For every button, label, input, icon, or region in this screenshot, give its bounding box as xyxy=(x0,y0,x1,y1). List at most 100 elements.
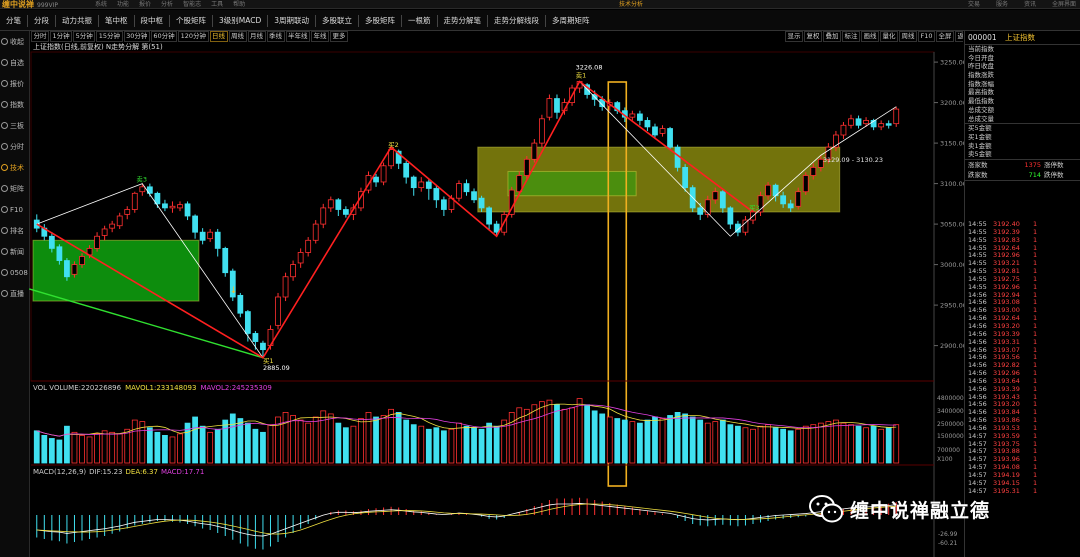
volume-bar xyxy=(192,416,198,464)
macd-dea: DEA:6.37 xyxy=(126,468,158,476)
candle-body xyxy=(207,231,214,240)
candle-body xyxy=(855,118,862,126)
right-menu-item[interactable]: 资讯 xyxy=(1024,1,1036,8)
buy-point-label: 买1 xyxy=(263,357,274,365)
candle-body xyxy=(848,118,854,126)
macd-legend: MACD(12,26,9) DIF:15.23 DEA:6.37 MACD:17.71 xyxy=(33,468,204,476)
candle-body xyxy=(712,191,719,201)
volume-bar xyxy=(207,431,214,464)
volume-bar xyxy=(101,430,108,464)
volume-bar xyxy=(297,419,304,464)
candle-body xyxy=(380,165,387,183)
price-tick-label: 3150.00 xyxy=(940,140,964,148)
price-tick-label: 3200.00 xyxy=(940,99,964,107)
price-tick-label: 2900.00 xyxy=(940,342,964,350)
volume-bar xyxy=(689,416,696,464)
candle-body xyxy=(192,215,198,233)
candle-body xyxy=(893,108,900,125)
volume-bar xyxy=(79,434,85,464)
watermark-text: 缠中说禅融立德 xyxy=(850,499,991,522)
candle-body xyxy=(885,123,892,126)
volume-bar xyxy=(327,413,334,464)
volume-bar xyxy=(810,424,817,464)
candle-body xyxy=(531,142,538,160)
macd-name: MACD(12,26,9) xyxy=(33,468,86,476)
candle-body xyxy=(184,203,191,217)
mavol2-value: MAVOL2:245235309 xyxy=(200,384,271,392)
wechat-watermark: 缠中说禅融立德 xyxy=(808,492,990,526)
candle-body xyxy=(275,296,281,326)
macd-value: MACD:17.71 xyxy=(161,468,204,476)
volume-bar xyxy=(169,436,176,464)
volume-bar xyxy=(833,419,839,464)
candle-body xyxy=(682,166,689,189)
candle-body xyxy=(652,126,658,136)
candle-body xyxy=(79,256,85,266)
candle-body xyxy=(410,176,417,189)
volume-bar xyxy=(637,422,643,464)
down-count-row: 跌家数 714 跌停数 xyxy=(968,170,1064,179)
volume-bar xyxy=(787,430,794,464)
volume-bar xyxy=(546,399,553,464)
quote-label: 最高指数 xyxy=(968,88,994,97)
volume-bar xyxy=(433,427,440,464)
quote-label: 昨日收盘 xyxy=(968,62,994,71)
candle-body xyxy=(260,342,266,351)
quote-header: 000001 上证指数 xyxy=(965,31,1080,45)
candle-body xyxy=(101,228,108,236)
low-price-label: 2885.09 xyxy=(263,364,290,372)
volume-bar xyxy=(742,427,749,464)
price-tick-label: 3000.00 xyxy=(940,261,964,269)
right-menu-item[interactable]: 交易 xyxy=(968,1,980,8)
candle-body xyxy=(131,192,138,210)
tick-price: 3195.31 xyxy=(993,486,1020,495)
volume-bar xyxy=(71,431,78,464)
down-count: 714 xyxy=(1028,170,1041,179)
volume-bar xyxy=(154,431,161,464)
volume-bar xyxy=(674,411,681,464)
volume-bar xyxy=(561,408,568,464)
buy-sell-label: 买5金额 xyxy=(968,124,992,133)
volume-bar xyxy=(365,411,372,464)
volume-bar xyxy=(870,425,877,464)
chart-canvas[interactable]: 3250.00 3200.00 3150.00 3100.00 3050.00 3000.… xyxy=(0,0,964,557)
right-menu-item[interactable]: 服务 xyxy=(996,1,1008,8)
volume-bar xyxy=(531,404,538,464)
volume-bar xyxy=(697,419,704,464)
high-price-label: 3226.08 xyxy=(576,64,603,72)
volume-bar xyxy=(644,419,651,464)
quote-label: 总成交额 xyxy=(968,105,994,114)
tick-volume: 1 xyxy=(1033,486,1038,495)
volume-bar xyxy=(335,422,342,464)
volume-bar xyxy=(64,425,70,464)
volume-bar xyxy=(795,428,802,464)
candle-body xyxy=(719,191,726,209)
volume-bar xyxy=(629,421,636,464)
volume-bar xyxy=(86,436,93,464)
buy-sell-label: 卖1金额 xyxy=(968,141,992,150)
volume-bar xyxy=(244,422,251,464)
buy-sell-label: 卖5金额 xyxy=(968,150,992,159)
volume-bar xyxy=(124,428,131,464)
volume-bar xyxy=(682,413,689,464)
candle-body xyxy=(440,199,447,210)
candle-body xyxy=(478,197,485,209)
candle-body xyxy=(335,199,342,210)
macd-tick-label: -60.21 xyxy=(938,540,958,547)
volume-bar xyxy=(704,422,711,464)
buy-point-label: 买3 xyxy=(749,204,760,212)
candle-body xyxy=(659,128,666,134)
candle-body xyxy=(320,207,327,225)
volume-bar xyxy=(312,416,319,464)
tick-list[interactable]: 14:55 3192.40 1 14:55 3192.39 1 14:55 3192.83 1 1… xyxy=(965,220,1080,496)
volume-bar xyxy=(539,401,545,464)
price-panel-frame xyxy=(30,51,935,382)
candle-body xyxy=(742,219,749,233)
volume-bar xyxy=(403,419,410,464)
right-menu-item[interactable]: 全屏界面 xyxy=(1052,1,1076,8)
candle-body xyxy=(644,120,651,128)
volume-bar xyxy=(252,428,259,464)
volume-bar xyxy=(757,425,764,464)
up-count-row: 涨家数 1375 涨停数 xyxy=(968,160,1064,169)
candle-body xyxy=(554,98,560,113)
